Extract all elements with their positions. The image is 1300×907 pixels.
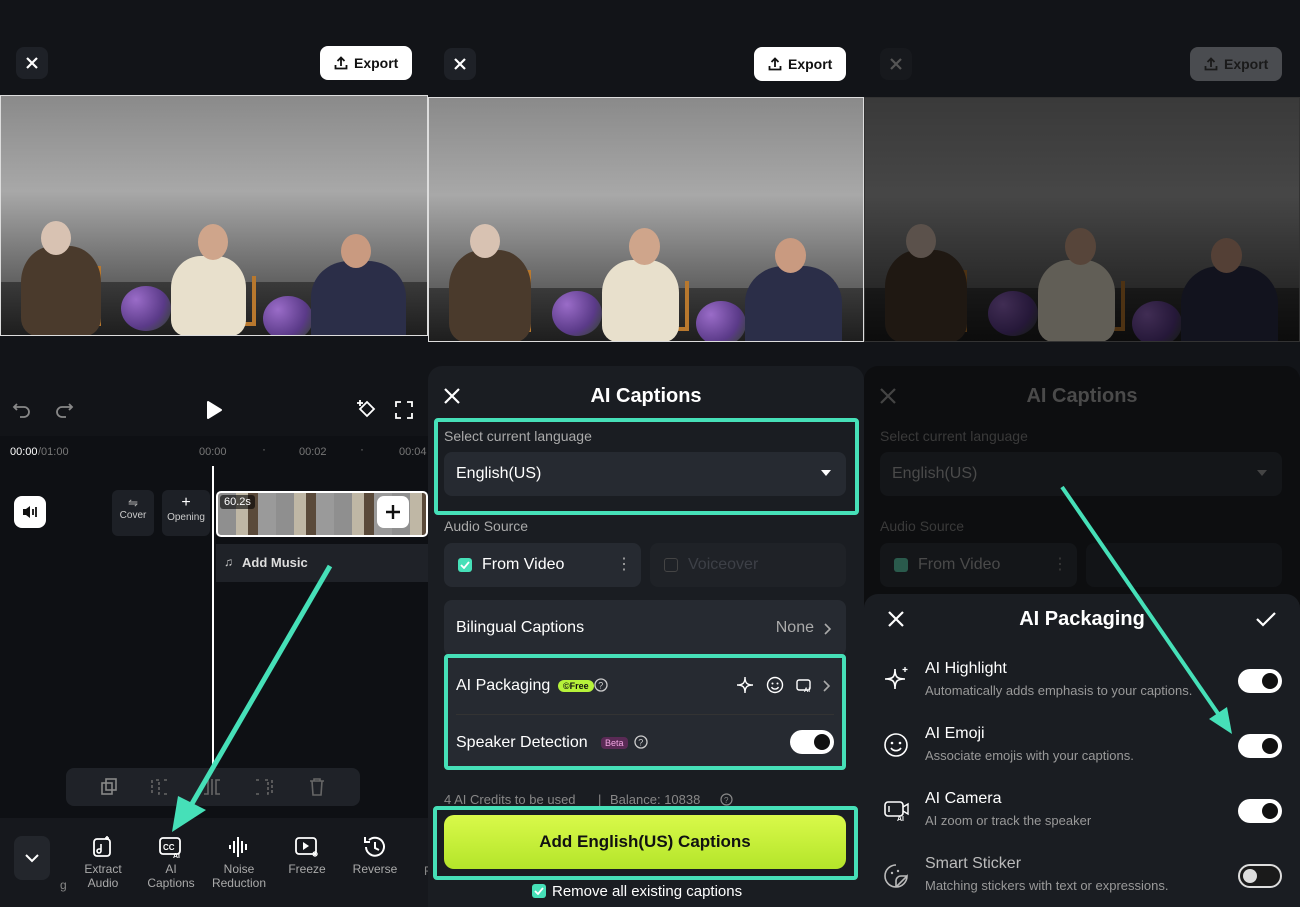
- separator: |: [598, 792, 602, 807]
- upload-icon: [768, 57, 782, 71]
- bilingual-value: None: [775, 619, 814, 636]
- highlight-box: [433, 806, 858, 880]
- remove-captions-checkbox[interactable]: [532, 884, 546, 898]
- sheet-title: AI Captions: [590, 385, 702, 407]
- bilingual-captions-row[interactable]: Bilingual Captions None: [444, 600, 846, 656]
- highlight-box: [434, 418, 859, 515]
- help-icon[interactable]: ?: [720, 793, 733, 806]
- voiceover-option[interactable]: Voiceover: [650, 543, 846, 587]
- check-icon: [534, 887, 544, 895]
- voiceover-label: Voiceover: [688, 556, 759, 573]
- checkbox-unchecked[interactable]: [664, 558, 678, 572]
- chevron-right-icon: [824, 623, 832, 635]
- video-preview: [428, 97, 864, 342]
- close-button[interactable]: [444, 48, 476, 80]
- highlight-box: [444, 654, 846, 770]
- from-video-option[interactable]: From Video ⋮: [444, 543, 641, 587]
- svg-text:?: ?: [724, 796, 729, 805]
- annotation-arrow: [1060, 485, 1232, 734]
- remove-captions-label: Remove all existing captions: [552, 883, 743, 900]
- from-video-label: From Video: [482, 556, 565, 573]
- checkbox-checked[interactable]: [458, 558, 472, 572]
- ai-packaging-panel: Export AI Captions Select current langua…: [864, 0, 1300, 907]
- bilingual-label: Bilingual Captions: [456, 619, 585, 636]
- ai-captions-panel: Export AI Captions Select current langua…: [428, 0, 864, 907]
- credits-text: 4 AI Credits to be used: [444, 792, 576, 807]
- annotation-arrow: [172, 564, 333, 832]
- export-label: Export: [788, 56, 833, 72]
- editor-panel: Export 00:00 /01:00 00:00 · 00:02 · 00:0…: [0, 0, 428, 907]
- more-icon[interactable]: ⋮: [616, 554, 632, 574]
- audio-source-label: Audio Source: [444, 518, 529, 534]
- check-icon: [460, 561, 470, 569]
- export-button[interactable]: Export: [754, 47, 847, 81]
- close-icon: [454, 58, 466, 70]
- balance-text: Balance: 10838: [610, 792, 701, 807]
